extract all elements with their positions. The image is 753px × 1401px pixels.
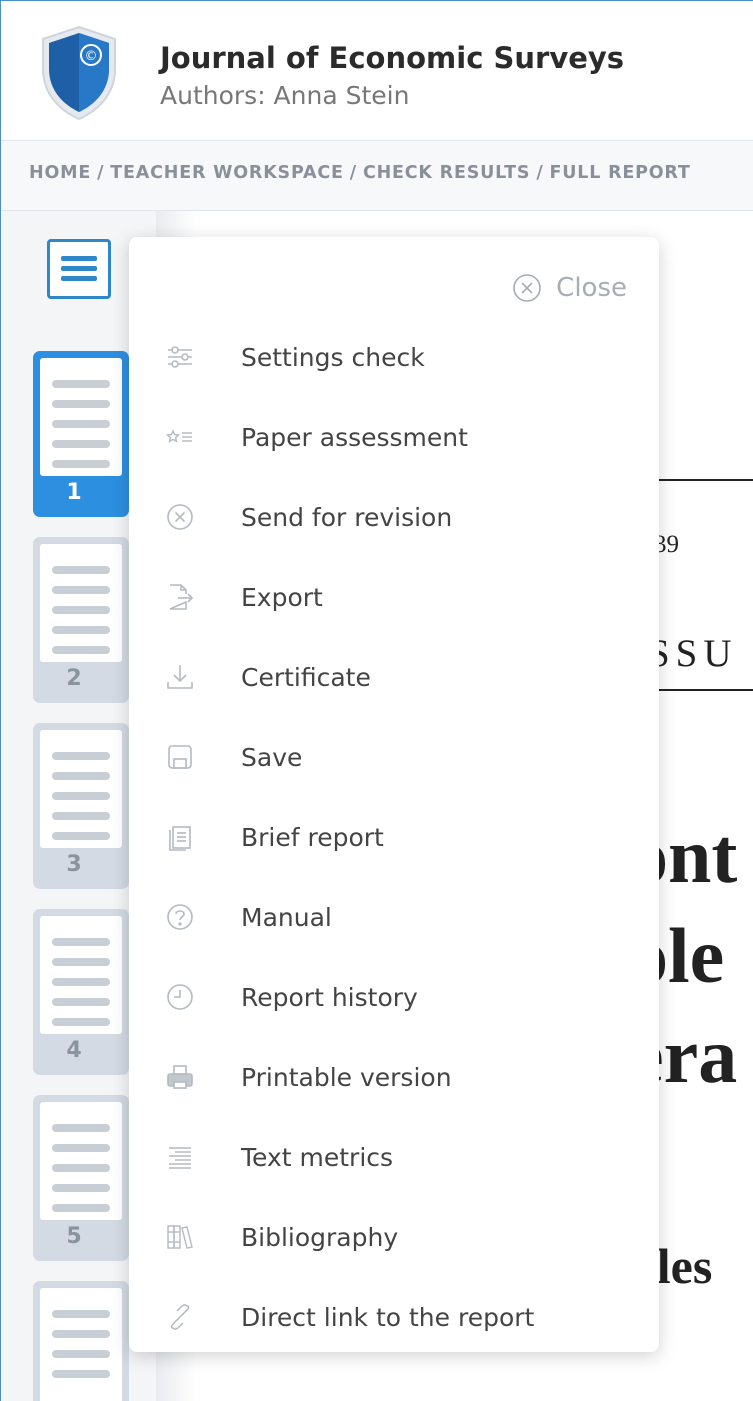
page-number: 5 bbox=[66, 1224, 82, 1249]
menu-item-label: Manual bbox=[241, 902, 332, 932]
header: © Journal of Economic Surveys Authors: A… bbox=[1, 1, 753, 141]
logo-symbol: © bbox=[85, 49, 98, 64]
star-list-icon bbox=[163, 420, 197, 454]
page-number: 3 bbox=[66, 852, 82, 877]
authors-text: Authors: Anna Stein bbox=[160, 81, 410, 110]
menu-item-export[interactable]: Export bbox=[129, 557, 659, 637]
menu-item-printable-version[interactable]: Printable version bbox=[129, 1037, 659, 1117]
journal-title: Journal of Economic Surveys bbox=[160, 41, 625, 75]
breadcrumb-separator: / bbox=[97, 163, 105, 183]
page-thumbnail-2[interactable]: 2 bbox=[33, 537, 129, 703]
thumbnail-page-preview bbox=[40, 1102, 122, 1220]
thumbnail-page-preview bbox=[40, 1288, 122, 1401]
close-icon bbox=[513, 274, 541, 302]
menu-item-save[interactable]: Save bbox=[129, 717, 659, 797]
breadcrumb-separator: / bbox=[536, 163, 544, 183]
circle-x-icon bbox=[163, 500, 197, 534]
breadcrumb: HOME / TEACHER WORKSPACE / CHECK RESULTS / FUL… bbox=[29, 163, 691, 183]
menu-item-label: Printable version bbox=[241, 1062, 452, 1092]
page-thumbnail-6[interactable] bbox=[33, 1281, 129, 1401]
menu-item-bibliography[interactable]: Bibliography bbox=[129, 1197, 659, 1277]
page-thumbnail-4[interactable]: 4 bbox=[33, 909, 129, 1075]
page-number: 1 bbox=[66, 480, 82, 505]
page-thumbnail-5[interactable]: 5 bbox=[33, 1095, 129, 1261]
menu-item-send-for-revision[interactable]: Send for revision bbox=[129, 477, 659, 557]
actions-menu: Close Settings check Paper assessment Se… bbox=[129, 237, 659, 1352]
menu-item-settings-check[interactable]: Settings check bbox=[129, 317, 659, 397]
app-window: © Journal of Economic Surveys Authors: A… bbox=[0, 0, 753, 1401]
close-label: Close bbox=[556, 273, 627, 303]
menu-item-text-metrics[interactable]: Text metrics bbox=[129, 1117, 659, 1197]
page-thumbnail-1[interactable]: 1 bbox=[33, 351, 129, 517]
breadcrumb-check-results[interactable]: CHECK RESULTS bbox=[363, 163, 530, 183]
thumbnail-page-preview bbox=[40, 544, 122, 662]
menu-item-label: Report history bbox=[241, 982, 418, 1012]
document-icon bbox=[163, 820, 197, 854]
menu-item-label: Bibliography bbox=[241, 1222, 399, 1252]
page-number: 2 bbox=[66, 666, 82, 691]
breadcrumb-home[interactable]: HOME bbox=[29, 163, 91, 183]
breadcrumb-full-report: FULL REPORT bbox=[549, 163, 691, 183]
close-button[interactable]: Close bbox=[512, 271, 627, 305]
thumbnail-page-preview bbox=[40, 730, 122, 848]
breadcrumb-teacher-workspace[interactable]: TEACHER WORKSPACE bbox=[110, 163, 343, 183]
sliders-icon bbox=[163, 340, 197, 374]
clock-icon bbox=[163, 980, 197, 1014]
page-thumbnail-3[interactable]: 3 bbox=[33, 723, 129, 889]
download-icon bbox=[163, 660, 197, 694]
floppy-icon bbox=[163, 740, 197, 774]
menu-item-label: Export bbox=[241, 582, 323, 612]
menu-item-label: Save bbox=[241, 742, 303, 772]
printer-icon bbox=[163, 1060, 197, 1094]
menu-item-label: Settings check bbox=[241, 342, 425, 372]
journal-logo[interactable]: © bbox=[39, 25, 119, 121]
breadcrumb-bar: HOME / TEACHER WORKSPACE / CHECK RESULTS / FUL… bbox=[1, 141, 753, 211]
link-icon bbox=[163, 1300, 197, 1334]
menu-item-manual[interactable]: Manual bbox=[129, 877, 659, 957]
hamburger-menu-button[interactable] bbox=[47, 239, 111, 299]
thumbnail-page-preview bbox=[40, 916, 122, 1034]
text-lines-icon bbox=[163, 1140, 197, 1174]
menu-item-label: Brief report bbox=[241, 822, 384, 852]
question-icon bbox=[163, 900, 197, 934]
menu-item-label: Direct link to the report bbox=[241, 1302, 535, 1332]
export-file-icon bbox=[163, 580, 197, 614]
page-number: 4 bbox=[66, 1038, 82, 1063]
menu-item-label: Send for revision bbox=[241, 502, 453, 532]
menu-item-paper-assessment[interactable]: Paper assessment bbox=[129, 397, 659, 477]
menu-item-brief-report[interactable]: Brief report bbox=[129, 797, 659, 877]
breadcrumb-separator: / bbox=[349, 163, 357, 183]
menu-item-direct-link[interactable]: Direct link to the report bbox=[129, 1277, 659, 1357]
books-icon bbox=[163, 1220, 197, 1254]
menu-item-report-history[interactable]: Report history bbox=[129, 957, 659, 1037]
menu-item-certificate[interactable]: Certificate bbox=[129, 637, 659, 717]
shield-logo-icon: © bbox=[42, 25, 116, 121]
thumbnail-page-preview bbox=[40, 358, 122, 476]
menu-item-label: Text metrics bbox=[241, 1142, 394, 1172]
menu-item-label: Certificate bbox=[241, 662, 371, 692]
menu-item-label: Paper assessment bbox=[241, 422, 468, 452]
